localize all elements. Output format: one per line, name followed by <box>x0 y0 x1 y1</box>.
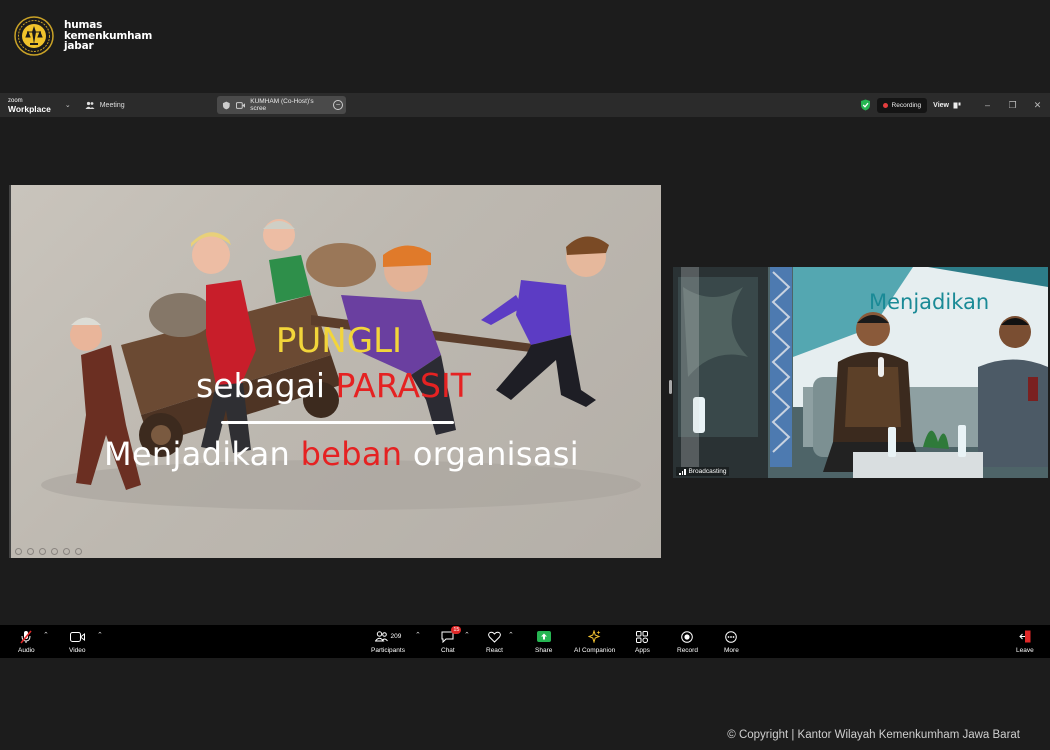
video-label: Video <box>69 647 86 654</box>
meeting-menu-button[interactable]: Meeting <box>85 101 125 110</box>
audio-button[interactable]: Audio <box>18 629 35 654</box>
slide-tool-icon[interactable] <box>63 548 70 555</box>
brand-workplace-text: Workplace <box>8 104 51 114</box>
people-icon <box>85 101 95 109</box>
split-view-drag-handle[interactable] <box>669 380 672 394</box>
view-button[interactable]: View <box>933 102 961 109</box>
meeting-label: Meeting <box>99 101 125 109</box>
recording-label: Recording <box>891 101 922 109</box>
apps-icon <box>636 629 649 644</box>
backdrop-text: Menjadikan <box>869 290 989 314</box>
shared-screen-slide[interactable]: PUNGLI sebagai PARASIT Menjadikan beban … <box>9 185 661 558</box>
options-icon[interactable]: – <box>333 100 343 110</box>
chat-unread-badge: 15 <box>451 626 462 634</box>
watermark-logo: humas kemenkumham jabar <box>14 16 152 56</box>
participant-video-tile[interactable]: Menjadikan Broadcasting <box>673 267 1048 478</box>
slide-tool-icon[interactable] <box>15 548 22 555</box>
chat-label: Chat <box>441 647 455 654</box>
meeting-controls-toolbar: Audio ⌃ Video ⌃ 209 Participants ⌃ 15 Ch… <box>0 625 1050 658</box>
camera-icon <box>235 101 245 109</box>
apps-button[interactable]: Apps <box>635 629 650 654</box>
zoom-workplace-brand[interactable]: zoom Workplace <box>8 97 51 113</box>
apps-label: Apps <box>635 647 650 654</box>
minimize-icon[interactable]: – <box>975 100 1000 110</box>
recording-dot-icon <box>882 102 888 108</box>
more-button[interactable]: More <box>724 629 739 654</box>
slide-zoom-tools[interactable] <box>15 548 82 555</box>
slide-line3-b: organisasi <box>412 435 579 473</box>
participants-options-caret-icon[interactable]: ⌃ <box>415 631 421 639</box>
chat-options-caret-icon[interactable]: ⌃ <box>464 631 470 639</box>
watermark-line3: jabar <box>64 40 94 53</box>
audio-label: Audio <box>18 647 35 654</box>
more-dots-icon <box>725 629 738 644</box>
chat-bubble-icon: 15 <box>441 626 462 644</box>
title-bar-right: Recording View – ❐ ✕ <box>860 93 1050 117</box>
react-options-caret-icon[interactable]: ⌃ <box>508 631 514 639</box>
slide-line3-a: Menjadikan <box>104 435 291 473</box>
share-label: Share <box>535 647 553 654</box>
record-label: Record <box>677 647 698 654</box>
zoom-title-bar: zoom Workplace ⌄ Meeting KUMHAM (Co-Host… <box>0 93 1050 117</box>
ai-companion-button[interactable]: AI Companion <box>574 629 615 654</box>
chevron-down-icon[interactable]: ⌄ <box>65 101 71 109</box>
more-label: More <box>724 647 739 654</box>
slide-line2-red: PARASIT <box>335 366 471 405</box>
video-button[interactable]: Video <box>69 629 86 654</box>
broadcasting-label: Broadcasting <box>688 468 727 475</box>
copyright-text: © Copyright | Kantor Wilayah Kemenkumham… <box>727 729 1020 741</box>
signal-bars-icon <box>679 468 686 475</box>
video-feed-image: Menjadikan <box>673 267 1048 478</box>
leave-button[interactable]: Leave <box>1016 629 1034 654</box>
participants-button[interactable]: 209 Participants <box>371 629 405 654</box>
microphone-muted-icon <box>20 629 32 644</box>
share-button[interactable]: Share <box>535 629 552 654</box>
security-shield-icon[interactable] <box>860 99 871 111</box>
watermark-text: humas kemenkumham jabar <box>64 20 152 52</box>
share-screen-icon <box>536 629 551 644</box>
view-label: View <box>933 101 949 109</box>
video-camera-icon <box>69 629 85 644</box>
share-label: KUMHAM (Co-Host)'s scree <box>250 98 314 112</box>
slide-line3: Menjadikan beban organisasi <box>104 435 579 473</box>
restore-icon[interactable]: ❐ <box>1000 100 1025 111</box>
react-label: React <box>486 647 503 654</box>
slide-title-pungli: PUNGLI <box>11 321 661 361</box>
sparkle-icon <box>588 629 601 644</box>
leave-label: Leave <box>1016 647 1034 654</box>
participants-icon: 209 <box>374 629 402 644</box>
zoom-window-capture: humas kemenkumham jabar zoom Workplace ⌄… <box>0 0 1050 750</box>
participants-label: Participants <box>371 647 405 654</box>
record-icon <box>681 629 694 644</box>
react-button[interactable]: React <box>486 629 503 654</box>
broadcasting-status: Broadcasting <box>676 467 730 476</box>
recording-indicator[interactable]: Recording <box>876 97 928 113</box>
view-grid-icon <box>953 102 961 108</box>
screen-share-indicator[interactable]: KUMHAM (Co-Host)'s scree – <box>217 96 346 114</box>
slide-tool-icon[interactable] <box>39 548 46 555</box>
slide-line2-white: sebagai <box>196 366 326 405</box>
heart-icon <box>488 629 501 644</box>
close-icon[interactable]: ✕ <box>1025 100 1050 111</box>
slide-tool-icon[interactable] <box>75 548 82 555</box>
leave-door-icon <box>1019 629 1031 644</box>
shield-icon <box>222 101 230 109</box>
slide-line2: sebagai PARASIT <box>196 366 471 405</box>
chat-button[interactable]: 15 Chat <box>441 626 462 654</box>
kemenkumham-seal-icon <box>14 16 54 56</box>
slide-divider-line <box>221 421 454 424</box>
participants-count: 209 <box>390 633 402 640</box>
ai-companion-label: AI Companion <box>574 647 616 654</box>
slide-line1-text: PUNGLI <box>275 321 403 361</box>
slide-tool-icon[interactable] <box>27 548 34 555</box>
audio-options-caret-icon[interactable]: ⌃ <box>43 631 49 639</box>
slide-tool-icon[interactable] <box>51 548 58 555</box>
slide-line3-red: beban <box>300 435 403 473</box>
record-button[interactable]: Record <box>677 629 698 654</box>
video-options-caret-icon[interactable]: ⌃ <box>97 631 103 639</box>
